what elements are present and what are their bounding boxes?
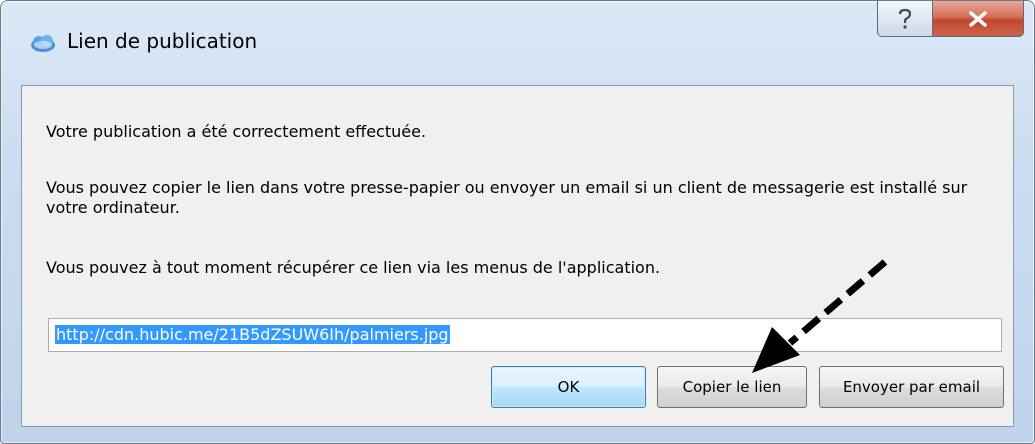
ok-button[interactable]: OK bbox=[491, 366, 646, 408]
copy-info-message: Vous pouvez copier le lien dans votre pr… bbox=[46, 178, 968, 217]
success-message: Votre publication a été correctement eff… bbox=[46, 122, 427, 141]
dialog-window: Lien de publication Votre publication a … bbox=[0, 0, 1035, 444]
question-icon bbox=[898, 8, 912, 29]
link-text: http://cdn.hubic.me/21B5dZSUW6Ih/palmier… bbox=[55, 325, 450, 344]
hubic-cloud-icon bbox=[31, 35, 55, 52]
dialog-content: Votre publication a été correctement eff… bbox=[21, 85, 1014, 427]
link-input[interactable]: http://cdn.hubic.me/21B5dZSUW6Ih/palmier… bbox=[48, 318, 1002, 352]
close-button[interactable] bbox=[932, 1, 1024, 37]
retrieve-info-message: Vous pouvez à tout moment récupérer ce l… bbox=[46, 258, 661, 277]
send-email-button[interactable]: Envoyer par email bbox=[819, 366, 1004, 408]
help-button[interactable] bbox=[877, 1, 933, 37]
title-bar[interactable]: Lien de publication bbox=[1, 1, 1034, 81]
close-icon bbox=[969, 10, 987, 27]
copy-link-button[interactable]: Copier le lien bbox=[657, 366, 807, 408]
window-title: Lien de publication bbox=[67, 29, 258, 53]
